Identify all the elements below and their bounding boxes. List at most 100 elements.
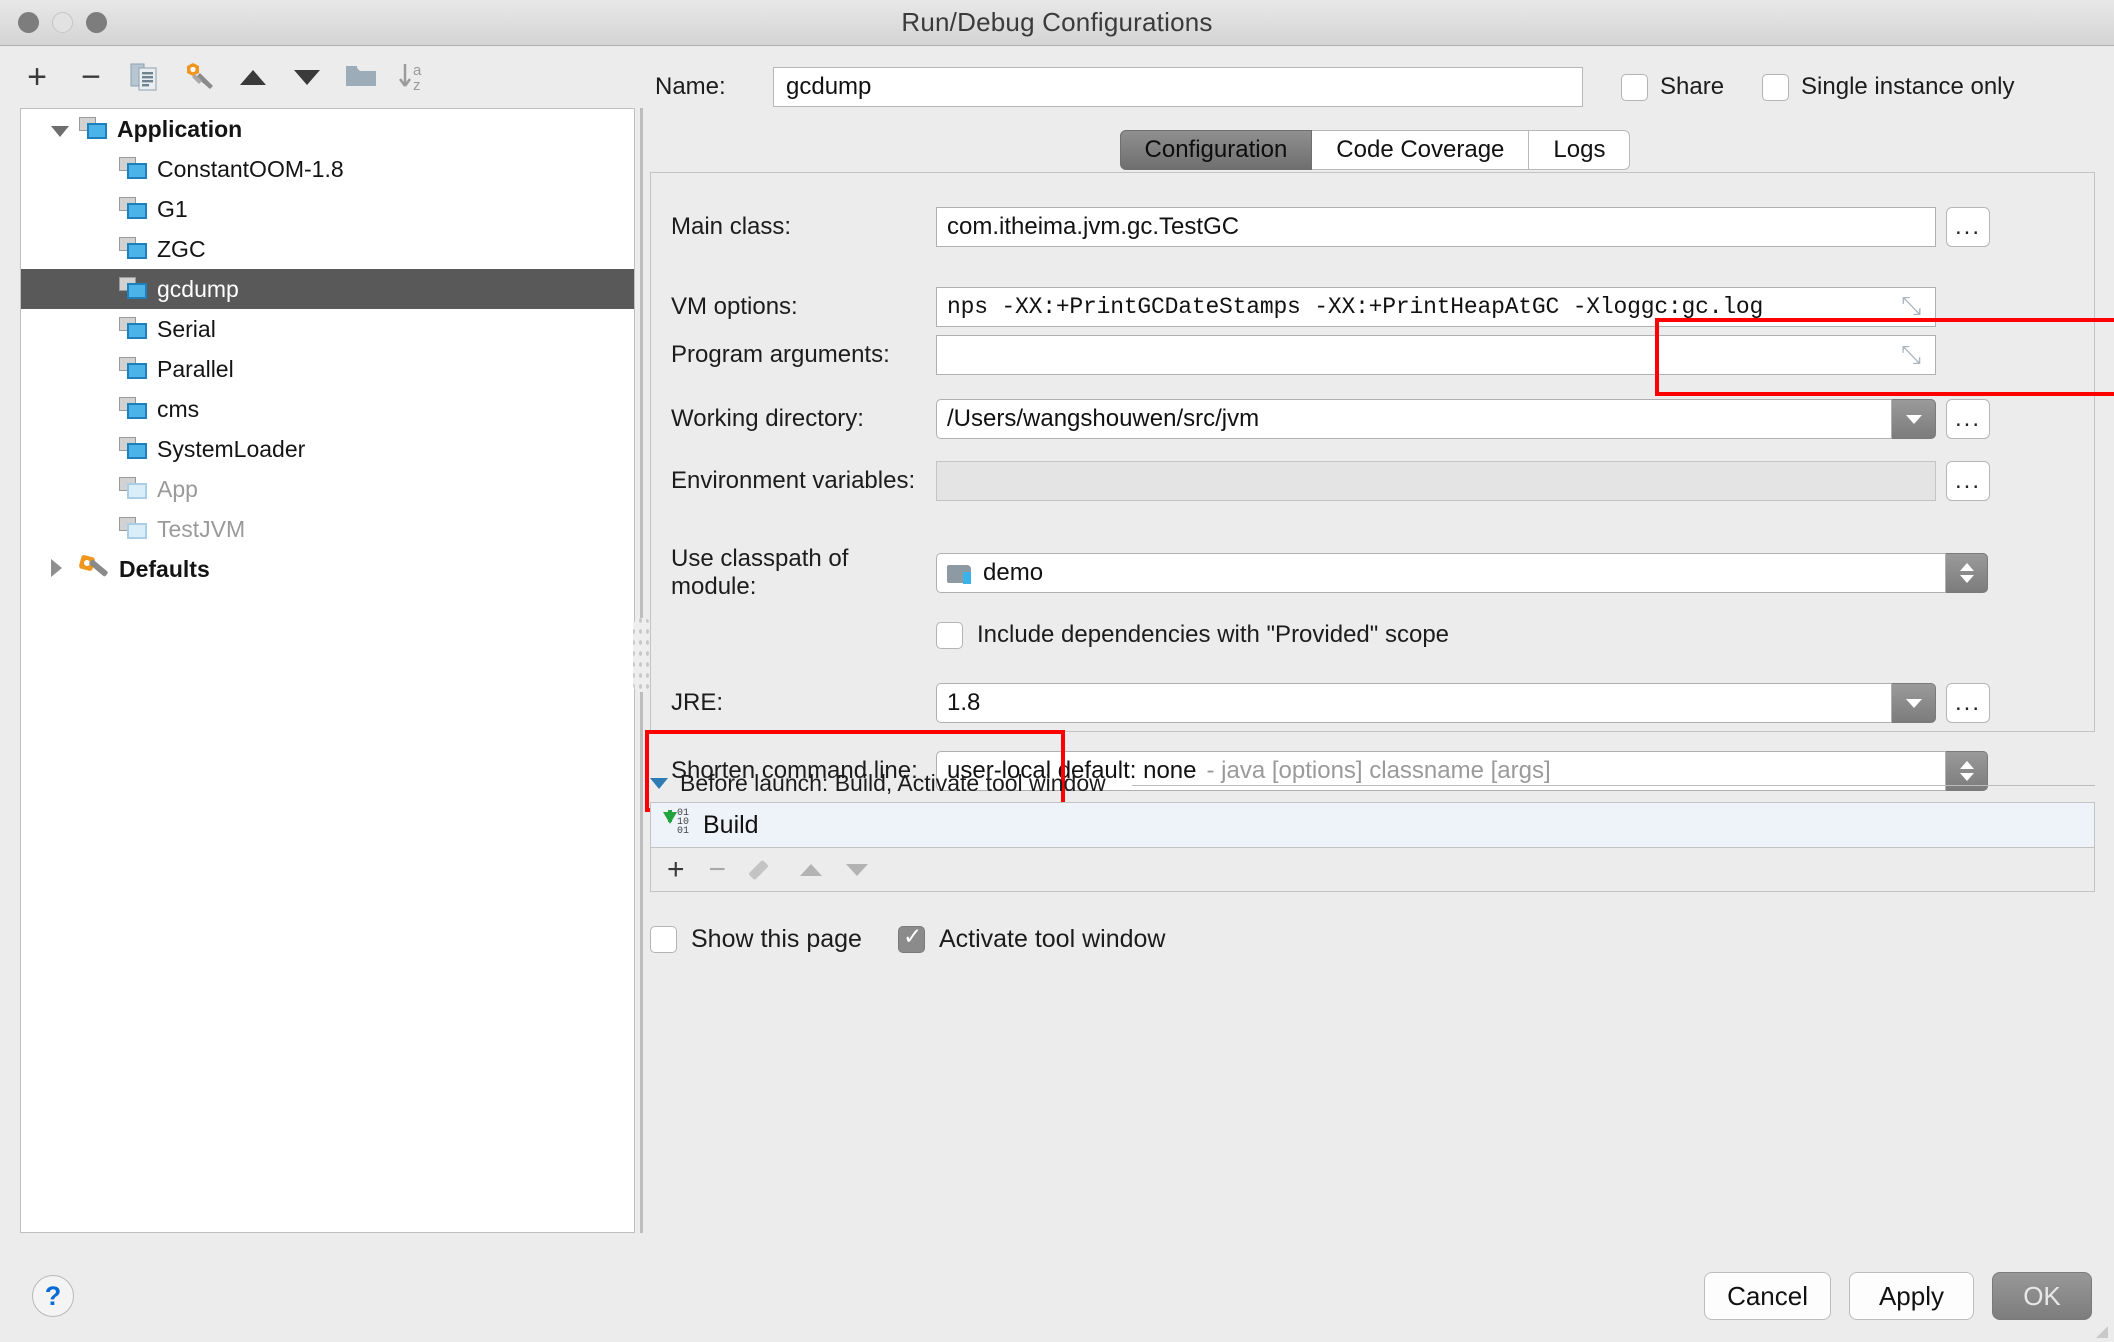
window-title: Run/Debug Configurations <box>901 7 1212 38</box>
tab-configuration[interactable]: Configuration <box>1120 130 1313 170</box>
main-class-input[interactable]: com.itheima.jvm.gc.TestGC <box>936 207 1936 247</box>
run-debug-configurations-dialog: Run/Debug Configurations + − <box>0 0 2114 1342</box>
share-checkbox-box[interactable] <box>1621 74 1648 101</box>
tree-item-testjvm[interactable]: TestJVM <box>21 509 634 549</box>
tree-item-serial[interactable]: Serial <box>21 309 634 349</box>
cancel-button[interactable]: Cancel <box>1704 1272 1831 1320</box>
zoom-window-button[interactable] <box>86 12 107 33</box>
before-launch-list[interactable]: 011001 Build <box>650 802 2095 848</box>
configuration-icon <box>119 397 149 421</box>
close-window-button[interactable] <box>18 12 39 33</box>
move-down-button[interactable] <box>288 59 326 95</box>
tree-item-label: Serial <box>157 316 216 343</box>
working-directory-input[interactable]: /Users/wangshouwen/src/jvm <box>936 399 1892 439</box>
before-launch-edit-icon[interactable] <box>750 857 776 883</box>
dialog-buttons: Cancel Apply OK <box>1704 1272 2092 1320</box>
main-class-browse-button[interactable]: ... <box>1946 207 1990 247</box>
single-instance-checkbox[interactable]: Single instance only <box>1762 73 2014 101</box>
working-directory-browse-button[interactable]: ... <box>1946 399 1990 439</box>
jre-dropdown-arrow[interactable] <box>1892 683 1936 723</box>
remove-configuration-button[interactable]: − <box>72 59 110 95</box>
add-configuration-button[interactable]: + <box>18 59 56 95</box>
sort-configurations-button[interactable]: a z <box>396 59 434 95</box>
main-class-row: Main class: com.itheima.jvm.gc.TestGC ..… <box>671 205 1990 249</box>
show-this-page-checkbox[interactable] <box>650 926 677 953</box>
jre-input[interactable]: 1.8 <box>936 683 1892 723</box>
tree-item-gcdump[interactable]: gcdump <box>21 269 634 309</box>
use-classpath-row: Use classpath of module: demo <box>671 551 1988 595</box>
activate-tool-window-label: Activate tool window <box>939 925 1166 954</box>
svg-text:z: z <box>413 77 421 94</box>
use-classpath-value: demo <box>983 559 1043 587</box>
tree-node-label: Application <box>117 116 242 143</box>
include-dependencies-checkbox[interactable]: Include dependencies with "Provided" sco… <box>936 613 1449 657</box>
tree-node-label: Defaults <box>119 556 210 583</box>
tree-node-application[interactable]: Application <box>21 109 634 149</box>
before-launch-move-down-icon[interactable] <box>846 864 868 876</box>
sort-alphabetically-icon: a z <box>398 60 432 94</box>
resize-grip[interactable] <box>2092 1322 2108 1338</box>
tree-item-label: Parallel <box>157 356 234 383</box>
tree-item-constantoom[interactable]: ConstantOOM-1.8 <box>21 149 634 189</box>
tree-item-parallel[interactable]: Parallel <box>21 349 634 389</box>
tree-item-label: ConstantOOM-1.8 <box>157 156 344 183</box>
tree-node-defaults[interactable]: Defaults <box>21 549 634 589</box>
vm-options-text: nps -XX:+PrintGCDateStamps -XX:+PrintHea… <box>947 294 1763 320</box>
tab-code-coverage[interactable]: Code Coverage <box>1312 130 1529 170</box>
move-up-icon <box>240 70 266 85</box>
expand-arrow-icon[interactable] <box>51 116 79 143</box>
application-icon <box>79 117 109 141</box>
minimize-window-button[interactable] <box>52 12 73 33</box>
use-classpath-combo[interactable]: demo <box>936 553 1946 593</box>
configuration-icon <box>119 357 149 381</box>
configurations-tree[interactable]: Application ConstantOOM-1.8 G1 ZGC gcdum… <box>20 108 635 1233</box>
bottom-checkboxes: Show this page Activate tool window <box>650 925 1187 954</box>
activate-tool-window-checkbox[interactable] <box>898 926 925 953</box>
before-launch-collapse-icon[interactable] <box>650 778 668 789</box>
single-instance-checkbox-box[interactable] <box>1762 74 1789 101</box>
configuration-icon <box>119 437 149 461</box>
edit-defaults-button[interactable] <box>180 59 218 95</box>
window-controls[interactable] <box>18 12 107 33</box>
module-folder-icon <box>947 563 973 584</box>
expand-editor-icon[interactable]: ⤡ <box>1901 295 1921 320</box>
program-arguments-input[interactable]: ⤡ <box>936 335 1936 375</box>
share-checkbox[interactable]: Share <box>1621 73 1724 101</box>
name-input[interactable] <box>773 67 1583 107</box>
before-launch-move-up-icon[interactable] <box>800 864 822 876</box>
panel-splitter[interactable] <box>637 108 647 1233</box>
include-dependencies-checkbox-box[interactable] <box>936 622 963 649</box>
before-launch-header[interactable]: Before launch: Build, Activate tool wind… <box>650 770 2095 797</box>
name-label: Name: <box>655 73 773 101</box>
create-folder-button[interactable] <box>342 59 380 95</box>
working-directory-dropdown-arrow[interactable] <box>1892 399 1936 439</box>
copy-configuration-button[interactable] <box>126 59 164 95</box>
apply-button[interactable]: Apply <box>1849 1272 1974 1320</box>
expand-editor-icon[interactable]: ⤡ <box>1901 343 1921 368</box>
use-classpath-spinner[interactable] <box>1946 553 1988 593</box>
tree-item-g1[interactable]: G1 <box>21 189 634 229</box>
tree-item-zgc[interactable]: ZGC <box>21 229 634 269</box>
help-button[interactable]: ? <box>32 1275 74 1317</box>
tree-item-app[interactable]: App <box>21 469 634 509</box>
tree-item-cms[interactable]: cms <box>21 389 634 429</box>
configuration-icon <box>119 197 149 221</box>
build-icon: 011001 <box>661 810 691 840</box>
environment-variables-browse-button[interactable]: ... <box>1946 461 1990 501</box>
title-bar: Run/Debug Configurations <box>0 0 2114 46</box>
splitter-grip[interactable] <box>633 618 651 692</box>
defaults-wrench-icon <box>79 556 111 582</box>
jre-browse-button[interactable]: ... <box>1946 683 1990 723</box>
tab-logs[interactable]: Logs <box>1529 130 1630 170</box>
move-up-button[interactable] <box>234 59 272 95</box>
tree-item-label: SystemLoader <box>157 436 305 463</box>
environment-variables-input[interactable] <box>936 461 1936 501</box>
tree-item-systemloader[interactable]: SystemLoader <box>21 429 634 469</box>
include-dependencies-label: Include dependencies with "Provided" sco… <box>977 621 1449 649</box>
ok-button[interactable]: OK <box>1992 1272 2092 1320</box>
vm-options-input[interactable]: nps -XX:+PrintGCDateStamps -XX:+PrintHea… <box>936 287 1936 327</box>
program-arguments-label: Program arguments: <box>671 341 936 369</box>
before-launch-remove-button[interactable]: − <box>709 855 727 885</box>
before-launch-add-button[interactable]: + <box>667 855 685 885</box>
collapse-arrow-icon[interactable] <box>51 556 79 583</box>
